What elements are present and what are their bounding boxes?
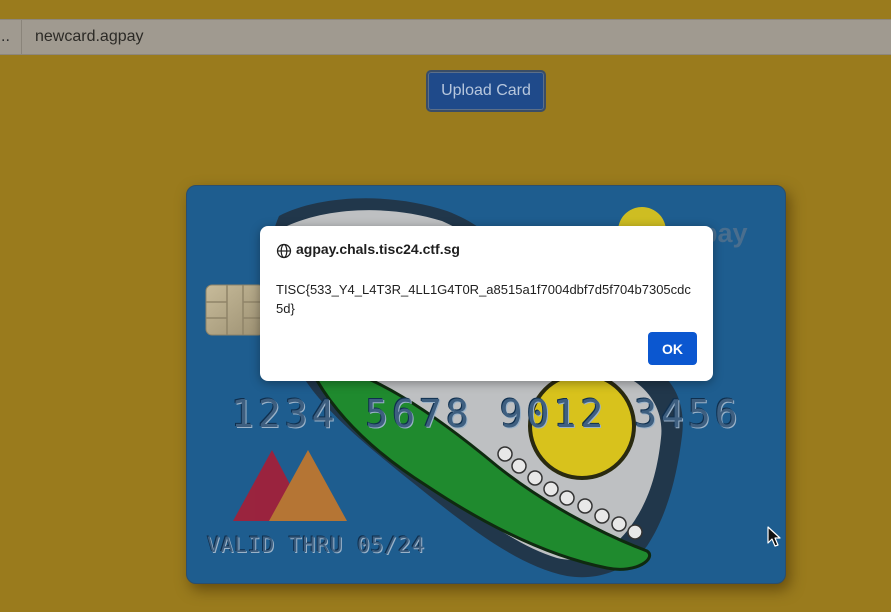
selected-file-name: newcard.agpay: [35, 28, 144, 45]
dialog-message: TISC{533_Y4_L4T3R_4LL1G4T0R_a8515a1f7004…: [276, 282, 691, 316]
upload-card-button[interactable]: Upload Card: [426, 70, 546, 112]
brand-logo: [233, 450, 347, 521]
card-valid-thru: VALID THRU 05/24: [207, 533, 426, 557]
dialog-origin: agpay.chals.tisc24.ctf.sg: [296, 241, 460, 257]
mouse-cursor-icon: [767, 526, 781, 547]
globe-icon: [276, 243, 292, 259]
ok-button[interactable]: OK: [648, 332, 697, 365]
file-input[interactable]: .. newcard.agpay: [0, 19, 891, 55]
choose-file-button[interactable]: ..: [0, 20, 22, 54]
chip-icon: [205, 284, 265, 336]
alert-dialog: agpay.chals.tisc24.ctf.sg TISC{533_Y4_L4…: [260, 226, 713, 381]
card-number: 1234 5678 9012 3456: [231, 392, 742, 436]
